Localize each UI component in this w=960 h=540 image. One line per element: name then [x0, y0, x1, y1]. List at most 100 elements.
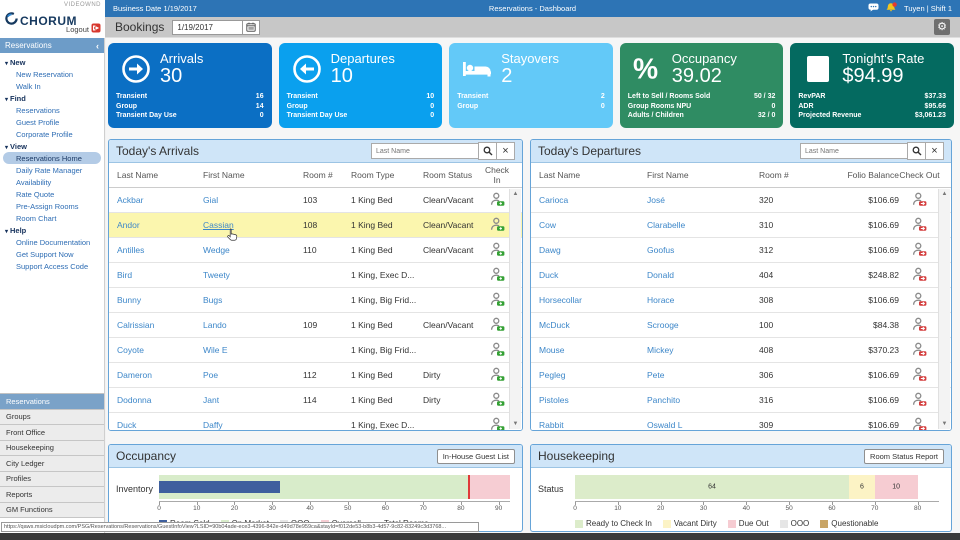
module-reservations[interactable]: Reservations [0, 394, 104, 410]
guest-last-name-link[interactable]: Carioca [539, 195, 568, 205]
guest-last-name-link[interactable]: Mouse [539, 345, 565, 355]
check-in-button[interactable] [483, 267, 511, 284]
check-out-button[interactable] [899, 417, 940, 430]
check-in-button[interactable] [483, 217, 511, 234]
guest-last-name-link[interactable]: Ackbar [117, 195, 143, 205]
user-shift-label[interactable]: Tuyen | Shift 1 [904, 4, 952, 13]
scroll-down-icon[interactable] [942, 419, 948, 429]
arrivals-search-button[interactable] [478, 142, 497, 160]
guest-last-name-link[interactable]: Bunny [117, 295, 141, 305]
guest-last-name-link[interactable]: Pistoles [539, 395, 569, 405]
guest-last-name-link[interactable]: Dawg [539, 245, 561, 255]
table-row[interactable]: Antilles Wedge 110 1 King Bed Clean/Vacant [109, 238, 522, 263]
check-out-button[interactable] [899, 217, 940, 234]
module-housekeeping[interactable]: Housekeeping [0, 440, 104, 456]
column-header-room-status[interactable]: Room Status [423, 170, 483, 180]
table-row[interactable]: Bird Tweety 1 King, Exec D... [109, 263, 522, 288]
guest-first-name-link[interactable]: Horace [647, 295, 674, 305]
check-in-button[interactable] [483, 367, 511, 384]
guest-first-name-link[interactable]: Scrooge [647, 320, 679, 330]
table-row[interactable]: Bunny Bugs 1 King, Big Frid... [109, 288, 522, 313]
kpi-card-tonight-s-rate[interactable]: Tonight's Rate $94.99 RevPAR $37.33 ADR $95.6… [790, 43, 954, 128]
guest-last-name-link[interactable]: Rabbit [539, 420, 564, 430]
table-row[interactable]: Pegleg Pete 306 $106.69 [531, 363, 951, 388]
table-row[interactable]: Coyote Wile E 1 King, Big Frid... [109, 338, 522, 363]
table-row[interactable]: Ackbar Gial 103 1 King Bed Clean/Vacant [109, 188, 522, 213]
sidebar-item-room-chart[interactable]: Room Chart [3, 212, 101, 224]
guest-first-name-link[interactable]: Tweety [203, 270, 230, 280]
table-row[interactable]: Carioca José 320 $106.69 [531, 188, 951, 213]
module-gm-functions[interactable]: GM Functions [0, 502, 104, 518]
kpi-card-departures[interactable]: Departures 10 Transient 10 Group 0 Transient D… [278, 43, 443, 128]
column-header-last-name[interactable]: Last Name [531, 170, 647, 180]
calendar-button[interactable] [242, 19, 261, 35]
guest-last-name-link[interactable]: Cow [539, 220, 556, 230]
guest-last-name-link[interactable]: McDuck [539, 320, 570, 330]
chat-icon[interactable] [868, 3, 879, 14]
table-row[interactable]: McDuck Scrooge 100 $84.38 [531, 313, 951, 338]
guest-first-name-link[interactable]: Bugs [203, 295, 222, 305]
module-groups[interactable]: Groups [0, 409, 104, 425]
sidebar-item-new-reservation[interactable]: New Reservation [3, 68, 101, 80]
sidebar-item-pre-assign-rooms[interactable]: Pre-Assign Rooms [3, 200, 101, 212]
check-out-button[interactable] [899, 242, 940, 259]
column-header-check-out[interactable]: Check Out [899, 170, 940, 180]
sidebar-item-reservations-home[interactable]: Reservations Home [3, 152, 101, 164]
module-front-office[interactable]: Front Office [0, 425, 104, 441]
guest-first-name-link[interactable]: Daffy [203, 420, 223, 430]
table-row[interactable]: Duck Donald 404 $248.82 [531, 263, 951, 288]
arrivals-scrollbar[interactable] [509, 189, 521, 429]
guest-last-name-link[interactable]: Coyote [117, 345, 144, 355]
sidebar-item-support-access-code[interactable]: Support Access Code [3, 260, 101, 272]
scroll-up-icon[interactable] [513, 189, 519, 199]
guest-first-name-link[interactable]: Pete [647, 370, 665, 380]
guest-first-name-link[interactable]: Poe [203, 370, 218, 380]
kpi-card-occupancy[interactable]: % Occupancy 39.02 Left to Sell / Rooms Sold… [619, 43, 784, 128]
column-header-first-name[interactable]: First Name [647, 170, 759, 180]
departures-close-button[interactable]: × [925, 142, 944, 160]
guest-last-name-link[interactable]: Horsecollar [539, 295, 582, 305]
kpi-card-stayovers[interactable]: Stayovers 2 Transient 2 Group 0 [449, 43, 613, 128]
check-in-button[interactable] [483, 317, 511, 334]
guest-first-name-link[interactable]: Cassian [203, 220, 238, 241]
sidebar-section-view[interactable]: ▾ View [3, 140, 101, 152]
check-in-button[interactable] [483, 342, 511, 359]
check-out-button[interactable] [899, 317, 940, 334]
table-row[interactable]: Mouse Mickey 408 $370.23 [531, 338, 951, 363]
notifications-bell-icon[interactable] [886, 2, 897, 15]
check-in-button[interactable] [483, 242, 511, 259]
guest-first-name-link[interactable]: Wile E [203, 345, 228, 355]
departures-search-button[interactable] [907, 142, 926, 160]
guest-last-name-link[interactable]: Duck [117, 420, 136, 430]
guest-first-name-link[interactable]: Donald [647, 270, 674, 280]
sidebar-collapse-icon[interactable]: ‹ [96, 41, 99, 51]
column-header-check-in[interactable]: Check In [483, 165, 511, 185]
column-header-folio-balance[interactable]: Folio Balance [817, 170, 899, 180]
sidebar-item-guest-profile[interactable]: Guest Profile [3, 116, 101, 128]
table-row[interactable]: Dodonna Jant 114 1 King Bed Dirty [109, 388, 522, 413]
scroll-down-icon[interactable] [513, 419, 519, 429]
table-row[interactable]: Pistoles Panchito 316 $106.69 [531, 388, 951, 413]
check-in-button[interactable] [483, 192, 511, 209]
sidebar-item-get-support-now[interactable]: Get Support Now [3, 248, 101, 260]
column-header-room[interactable]: Room # [759, 170, 817, 180]
guest-last-name-link[interactable]: Calrissian [117, 320, 154, 330]
scroll-up-icon[interactable] [942, 189, 948, 199]
column-header-room[interactable]: Room # [303, 170, 351, 180]
table-row[interactable]: Duck Daffy 1 King, Exec D... [109, 413, 522, 430]
check-out-button[interactable] [899, 342, 940, 359]
guest-last-name-link[interactable]: Antilles [117, 245, 144, 255]
guest-first-name-link[interactable]: Oswald L [647, 420, 682, 430]
arrivals-search-input[interactable] [371, 143, 479, 159]
kpi-card-arrivals[interactable]: Arrivals 30 Transient 16 Group 14 Transient Da… [108, 43, 272, 128]
guest-last-name-link[interactable]: Bird [117, 270, 132, 280]
check-in-button[interactable] [483, 417, 511, 430]
table-row[interactable]: Dawg Goofus 312 $106.69 [531, 238, 951, 263]
table-row[interactable]: Cow Clarabelle 310 $106.69 [531, 213, 951, 238]
guest-last-name-link[interactable]: Duck [539, 270, 558, 280]
sidebar-item-rate-quote[interactable]: Rate Quote [3, 188, 101, 200]
guest-first-name-link[interactable]: Lando [203, 320, 227, 330]
sidebar-item-online-documentation[interactable]: Online Documentation [3, 236, 101, 248]
table-row[interactable]: Rabbit Oswald L 309 $106.69 [531, 413, 951, 430]
sidebar-item-walk-in[interactable]: Walk In [3, 80, 101, 92]
